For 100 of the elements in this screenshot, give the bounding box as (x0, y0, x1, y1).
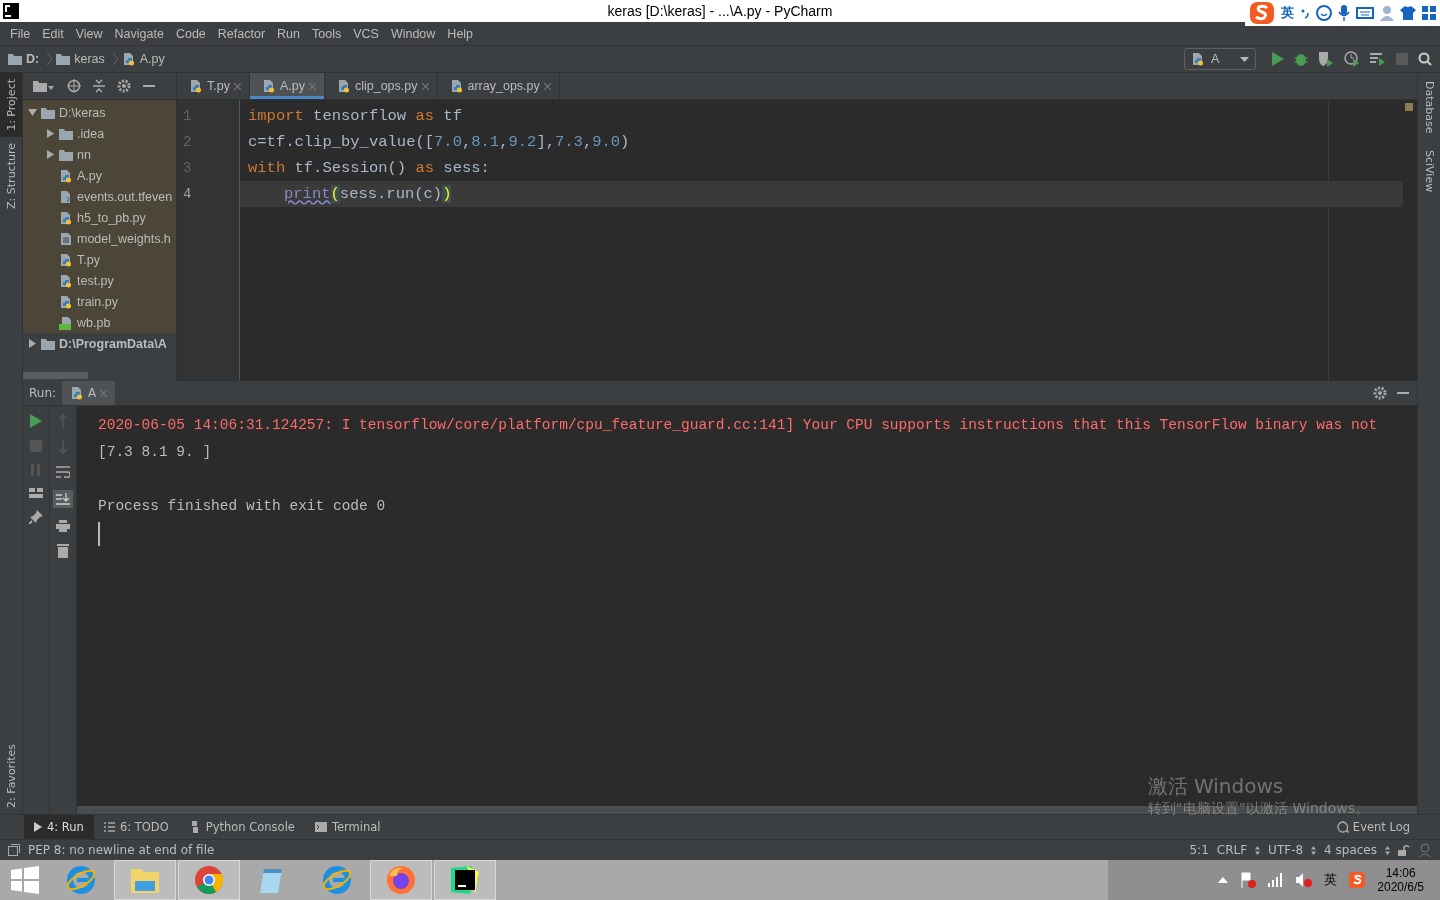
close-icon[interactable] (543, 82, 551, 90)
tool-window-tab[interactable]: 2: Favorites (0, 738, 22, 814)
menu-item[interactable]: File (4, 26, 37, 41)
menu-item[interactable]: VCS (347, 26, 385, 41)
settings-icon[interactable] (1373, 386, 1387, 400)
tree-row[interactable]: train.py (23, 291, 176, 312)
windows-start-icon[interactable] (11, 866, 39, 894)
tool-window-tab[interactable]: 1: Project (0, 73, 22, 137)
show-hidden-icons-icon[interactable] (1218, 877, 1229, 883)
sogou-s-icon[interactable] (1349, 872, 1366, 888)
scrollbar-thumb[interactable] (23, 372, 88, 379)
tree-row[interactable]: wb.pb (23, 312, 176, 333)
pycharm-icon[interactable] (449, 864, 481, 896)
target-icon[interactable] (67, 79, 81, 93)
keyboard-icon[interactable] (1356, 7, 1374, 19)
tree-row[interactable]: .idea (23, 123, 176, 144)
tool-window-tab[interactable]: Z: Structure (0, 136, 22, 215)
tool-window-tab[interactable]: Database (1418, 73, 1440, 142)
muted-speaker-icon[interactable] (1296, 872, 1313, 888)
event-log-button[interactable]: Event Log (1336, 820, 1440, 834)
breadcrumb[interactable]: keras (74, 52, 105, 66)
signal-icon[interactable] (1268, 873, 1285, 887)
collapse-all-icon[interactable] (93, 79, 105, 93)
menu-item[interactable]: Help (441, 26, 480, 41)
bug-icon[interactable] (1294, 52, 1308, 66)
soft-wrap-icon[interactable] (56, 466, 70, 478)
menu-item[interactable]: Refactor (211, 26, 272, 41)
menu-item[interactable]: Run (271, 26, 306, 41)
run-icon[interactable] (1272, 52, 1284, 66)
sogou-s-icon[interactable] (1249, 1, 1275, 25)
trash-icon[interactable] (57, 544, 69, 558)
tool-window-button[interactable]: Python Console (178, 815, 305, 839)
input-language[interactable]: 英 (1324, 871, 1338, 889)
menu-item[interactable]: View (69, 26, 109, 41)
folder-dropdown-icon[interactable] (33, 80, 55, 92)
python-file-icon (70, 386, 85, 400)
editor-tab[interactable]: T.py (177, 73, 250, 99)
expand-arrow-icon[interactable] (45, 129, 55, 138)
microphone-icon[interactable] (1338, 5, 1350, 21)
close-icon[interactable] (233, 82, 241, 90)
up-down-arrows-icon[interactable] (1311, 845, 1317, 855)
run-icon[interactable] (30, 414, 42, 428)
tree-row[interactable]: test.py (23, 270, 176, 291)
firefox-icon[interactable] (385, 864, 417, 896)
smiley-icon[interactable] (1316, 5, 1332, 21)
indent-selector[interactable]: 4 spaces (1324, 843, 1377, 857)
status-toggle-icon[interactable] (8, 844, 20, 856)
ime-language[interactable]: 英 (1281, 4, 1294, 22)
coverage-icon[interactable] (1318, 51, 1334, 67)
python-file-icon (59, 168, 73, 183)
editor-tab[interactable]: clip_ops.py (324, 73, 438, 99)
settings-icon[interactable] (117, 79, 131, 93)
profile-icon[interactable] (1344, 51, 1360, 67)
menu-item[interactable]: Window (384, 26, 442, 41)
menu-item[interactable]: Code (169, 26, 212, 41)
run-list-icon[interactable] (1370, 52, 1386, 66)
run-configuration-dropdown[interactable]: A (1184, 48, 1256, 70)
tool-window-button[interactable]: 4: Run (24, 815, 94, 839)
lock-icon[interactable] (1398, 844, 1410, 856)
up-down-arrows-icon[interactable] (1385, 845, 1390, 855)
scroll-to-end-icon[interactable] (53, 490, 73, 508)
breadcrumb-separator-icon (112, 53, 118, 65)
shirt-icon[interactable] (1400, 6, 1416, 20)
cursor-position[interactable]: 5:1 (1189, 843, 1209, 857)
taskbar-button[interactable] (434, 860, 496, 900)
run-tab[interactable]: A (62, 381, 116, 405)
menu-item[interactable]: Edit (36, 26, 70, 41)
tree-row[interactable]: model_weights.h (23, 228, 176, 249)
encoding-selector[interactable]: UTF-8 (1268, 843, 1304, 857)
editor-tab[interactable]: A.py (249, 73, 325, 99)
tree-row[interactable]: D:\keras (23, 102, 176, 123)
tree-row[interactable]: T.py (23, 249, 176, 270)
breadcrumb[interactable]: A.py (139, 52, 165, 66)
tool-window-button[interactable]: 6: TODO (93, 815, 179, 839)
flag-error-icon[interactable] (1240, 872, 1257, 888)
close-icon[interactable] (421, 82, 429, 90)
up-down-arrows-icon[interactable] (1255, 845, 1261, 855)
line-separator-selector[interactable]: CRLF (1216, 843, 1248, 857)
search-icon[interactable] (1418, 52, 1432, 66)
collapse-arrow-icon[interactable] (27, 108, 37, 117)
tree-row[interactable]: events.out.tfeven (23, 186, 176, 207)
user-icon[interactable] (1380, 5, 1394, 21)
print-icon[interactable] (56, 520, 70, 532)
breadcrumb[interactable]: D: (26, 52, 40, 66)
expand-arrow-icon[interactable] (45, 150, 55, 159)
pin-icon[interactable] (29, 510, 43, 524)
grid-icon[interactable] (1422, 6, 1436, 20)
expand-arrow-icon[interactable] (27, 339, 37, 348)
inspector-icon[interactable] (1418, 843, 1432, 857)
tool-window-button[interactable]: Terminal (304, 815, 391, 839)
chrome-icon[interactable] (194, 865, 224, 895)
menu-item[interactable]: Tools (306, 26, 348, 41)
editor-tab[interactable]: array_ops.py (437, 73, 560, 99)
tree-row[interactable]: h5_to_pb.py (23, 207, 176, 228)
clock[interactable]: 14:06 2020/6/5 (1377, 866, 1424, 894)
layout-icon[interactable] (29, 488, 43, 498)
tree-row[interactable]: nn (23, 144, 176, 165)
tree-row[interactable]: A.py (23, 165, 176, 186)
menu-item[interactable]: Navigate (108, 26, 170, 41)
tool-window-tab[interactable]: SciView (1418, 141, 1440, 200)
